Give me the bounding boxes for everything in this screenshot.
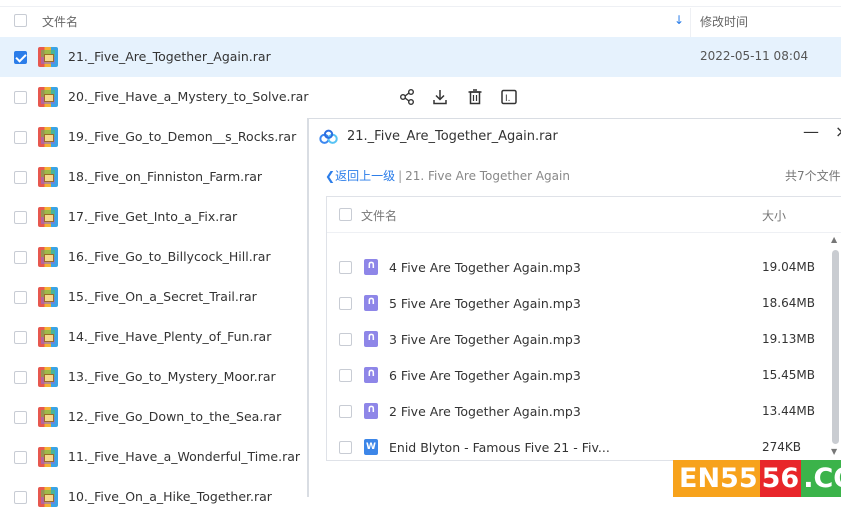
audio-file-icon (364, 402, 378, 419)
archive-preview-dialog: 21._Five_Are_Together_Again.rar — × ❮返回上… (308, 118, 841, 497)
rar-archive-icon (38, 447, 58, 467)
archive-file-size: 18.64MB (762, 296, 815, 310)
scroll-up-icon[interactable]: ▲ (831, 235, 837, 244)
baidu-cloud-logo-icon (319, 129, 338, 144)
file-name[interactable]: 16._Five_Go_to_Billycock_Hill.rar (68, 249, 271, 264)
select-all-files-checkbox[interactable] (339, 208, 352, 221)
download-icon[interactable] (431, 88, 449, 106)
file-name[interactable]: 14._Five_Have_Plenty_of_Fun.rar (68, 329, 271, 344)
file-name[interactable]: 18._Five_on_Finniston_Farm.rar (68, 169, 262, 184)
minimize-button[interactable]: — (803, 122, 819, 141)
archive-file-list: 1 Five Are Together Again.mp34 Five Are … (326, 196, 841, 461)
audio-file-icon (364, 366, 378, 383)
arrow-down-icon[interactable]: ↓ (674, 13, 684, 27)
delete-icon[interactable] (466, 88, 484, 106)
archive-list-header: 文件名 大小 (327, 197, 841, 233)
svg-text:I.: I. (505, 94, 511, 104)
file-count: 共7个文件 (785, 169, 841, 183)
column-header-name[interactable]: 文件名 (361, 207, 397, 224)
row-checkbox[interactable] (14, 251, 27, 264)
file-checkbox[interactable] (339, 441, 352, 454)
file-name[interactable]: 13._Five_Go_to_Mystery_Moor.rar (68, 369, 276, 384)
rar-archive-icon (38, 127, 58, 147)
more-icon[interactable]: I. (500, 88, 518, 106)
row-checkbox[interactable] (14, 171, 27, 184)
row-checkbox[interactable] (14, 211, 27, 224)
archive-file-row[interactable]: 6 Five Are Together Again.mp3 15.45MB (327, 357, 827, 393)
file-checkbox[interactable] (339, 369, 352, 382)
file-name[interactable]: 17._Five_Get_Into_a_Fix.rar (68, 209, 237, 224)
archive-file-size: 19.13MB (762, 332, 815, 346)
file-checkbox[interactable] (339, 405, 352, 418)
modified-time: 2022-05-11 08:04 (700, 49, 809, 63)
word-doc-icon: W (364, 439, 378, 455)
row-checkbox[interactable] (14, 131, 27, 144)
site-watermark-logo: EN5556.COM (673, 460, 841, 497)
archive-file-row[interactable]: 4 Five Are Together Again.mp3 19.04MB (327, 249, 827, 285)
breadcrumb-current: 21. Five Are Together Again (405, 169, 570, 183)
row-checkbox[interactable] (14, 411, 27, 424)
archive-file-name[interactable]: 4 Five Are Together Again.mp3 (389, 260, 581, 275)
archive-file-size: 19.04MB (762, 260, 815, 274)
row-checkbox[interactable] (14, 451, 27, 464)
column-header-size[interactable]: 大小 (762, 207, 786, 224)
archive-file-size: 13.44MB (762, 404, 815, 418)
row-checkbox[interactable] (14, 51, 27, 64)
back-button[interactable]: 返回上一级 (335, 169, 395, 183)
file-name[interactable]: 15._Five_On_a_Secret_Trail.rar (68, 289, 257, 304)
file-checkbox[interactable] (339, 333, 352, 346)
file-name[interactable]: 11._Five_Have_a_Wonderful_Time.rar (68, 449, 300, 464)
chevron-left-icon[interactable]: ❮ (325, 169, 335, 183)
file-name[interactable]: 12._Five_Go_Down_to_the_Sea.rar (68, 409, 281, 424)
rar-archive-icon (38, 167, 58, 187)
file-name[interactable]: 20._Five_Have_a_Mystery_to_Solve.rar (68, 89, 308, 104)
row-checkbox[interactable] (14, 291, 27, 304)
archive-file-size: 15.45MB (762, 368, 815, 382)
file-list-header: 文件名 ↓ 修改时间 (0, 0, 841, 41)
dialog-title: 21._Five_Are_Together_Again.rar (347, 129, 558, 144)
column-header-name[interactable]: 文件名 (42, 13, 78, 30)
archive-file-row[interactable]: W Enid Blyton - Famous Five 21 - Fiv... 27… (327, 429, 827, 460)
rar-archive-icon (38, 247, 58, 267)
archive-file-row[interactable]: 2 Five Are Together Again.mp3 13.44MB (327, 393, 827, 429)
rar-archive-icon (38, 47, 58, 67)
scrollbar-thumb[interactable] (832, 250, 839, 444)
scrollbar[interactable]: ▲ ▼ (829, 233, 841, 460)
audio-file-icon (364, 258, 378, 275)
rar-archive-icon (38, 207, 58, 227)
archive-file-size: 274KB (762, 440, 802, 454)
row-checkbox[interactable] (14, 371, 27, 384)
file-checkbox[interactable] (339, 297, 352, 310)
column-header-modified-time[interactable]: 修改时间 (700, 13, 748, 30)
file-checkbox[interactable] (339, 261, 352, 274)
scroll-down-icon[interactable]: ▼ (831, 447, 837, 456)
archive-file-name[interactable]: 2 Five Are Together Again.mp3 (389, 404, 581, 419)
rar-archive-icon (38, 327, 58, 347)
row-checkbox[interactable] (14, 491, 27, 504)
close-button[interactable]: × (835, 122, 841, 141)
rar-archive-icon (38, 487, 58, 507)
rar-archive-icon (38, 407, 58, 427)
audio-file-icon (364, 330, 378, 347)
archive-file-name[interactable]: 6 Five Are Together Again.mp3 (389, 368, 581, 383)
file-name[interactable]: 19._Five_Go_to_Demon__s_Rocks.rar (68, 129, 296, 144)
share-icon[interactable] (398, 88, 416, 106)
archive-file-row[interactable]: 5 Five Are Together Again.mp3 18.64MB (327, 285, 827, 321)
breadcrumb: ❮返回上一级 | 21. Five Are Together Again (325, 169, 570, 183)
select-all-checkbox[interactable] (14, 14, 27, 27)
archive-file-row[interactable]: 3 Five Are Together Again.mp3 19.13MB (327, 321, 827, 357)
audio-file-icon (364, 294, 378, 311)
archive-file-name[interactable]: 5 Five Are Together Again.mp3 (389, 296, 581, 311)
file-name[interactable]: 21._Five_Are_Together_Again.rar (68, 49, 271, 64)
rar-archive-icon (38, 367, 58, 387)
rar-archive-icon (38, 287, 58, 307)
file-row[interactable]: 21._Five_Are_Together_Again.rar 2022-05-1… (0, 37, 841, 77)
archive-file-name[interactable]: Enid Blyton - Famous Five 21 - Fiv... (389, 440, 610, 455)
archive-file-name[interactable]: 3 Five Are Together Again.mp3 (389, 332, 581, 347)
row-checkbox[interactable] (14, 331, 27, 344)
rar-archive-icon (38, 87, 58, 107)
file-row[interactable]: 20._Five_Have_a_Mystery_to_Solve.rar (0, 77, 841, 117)
row-checkbox[interactable] (14, 91, 27, 104)
